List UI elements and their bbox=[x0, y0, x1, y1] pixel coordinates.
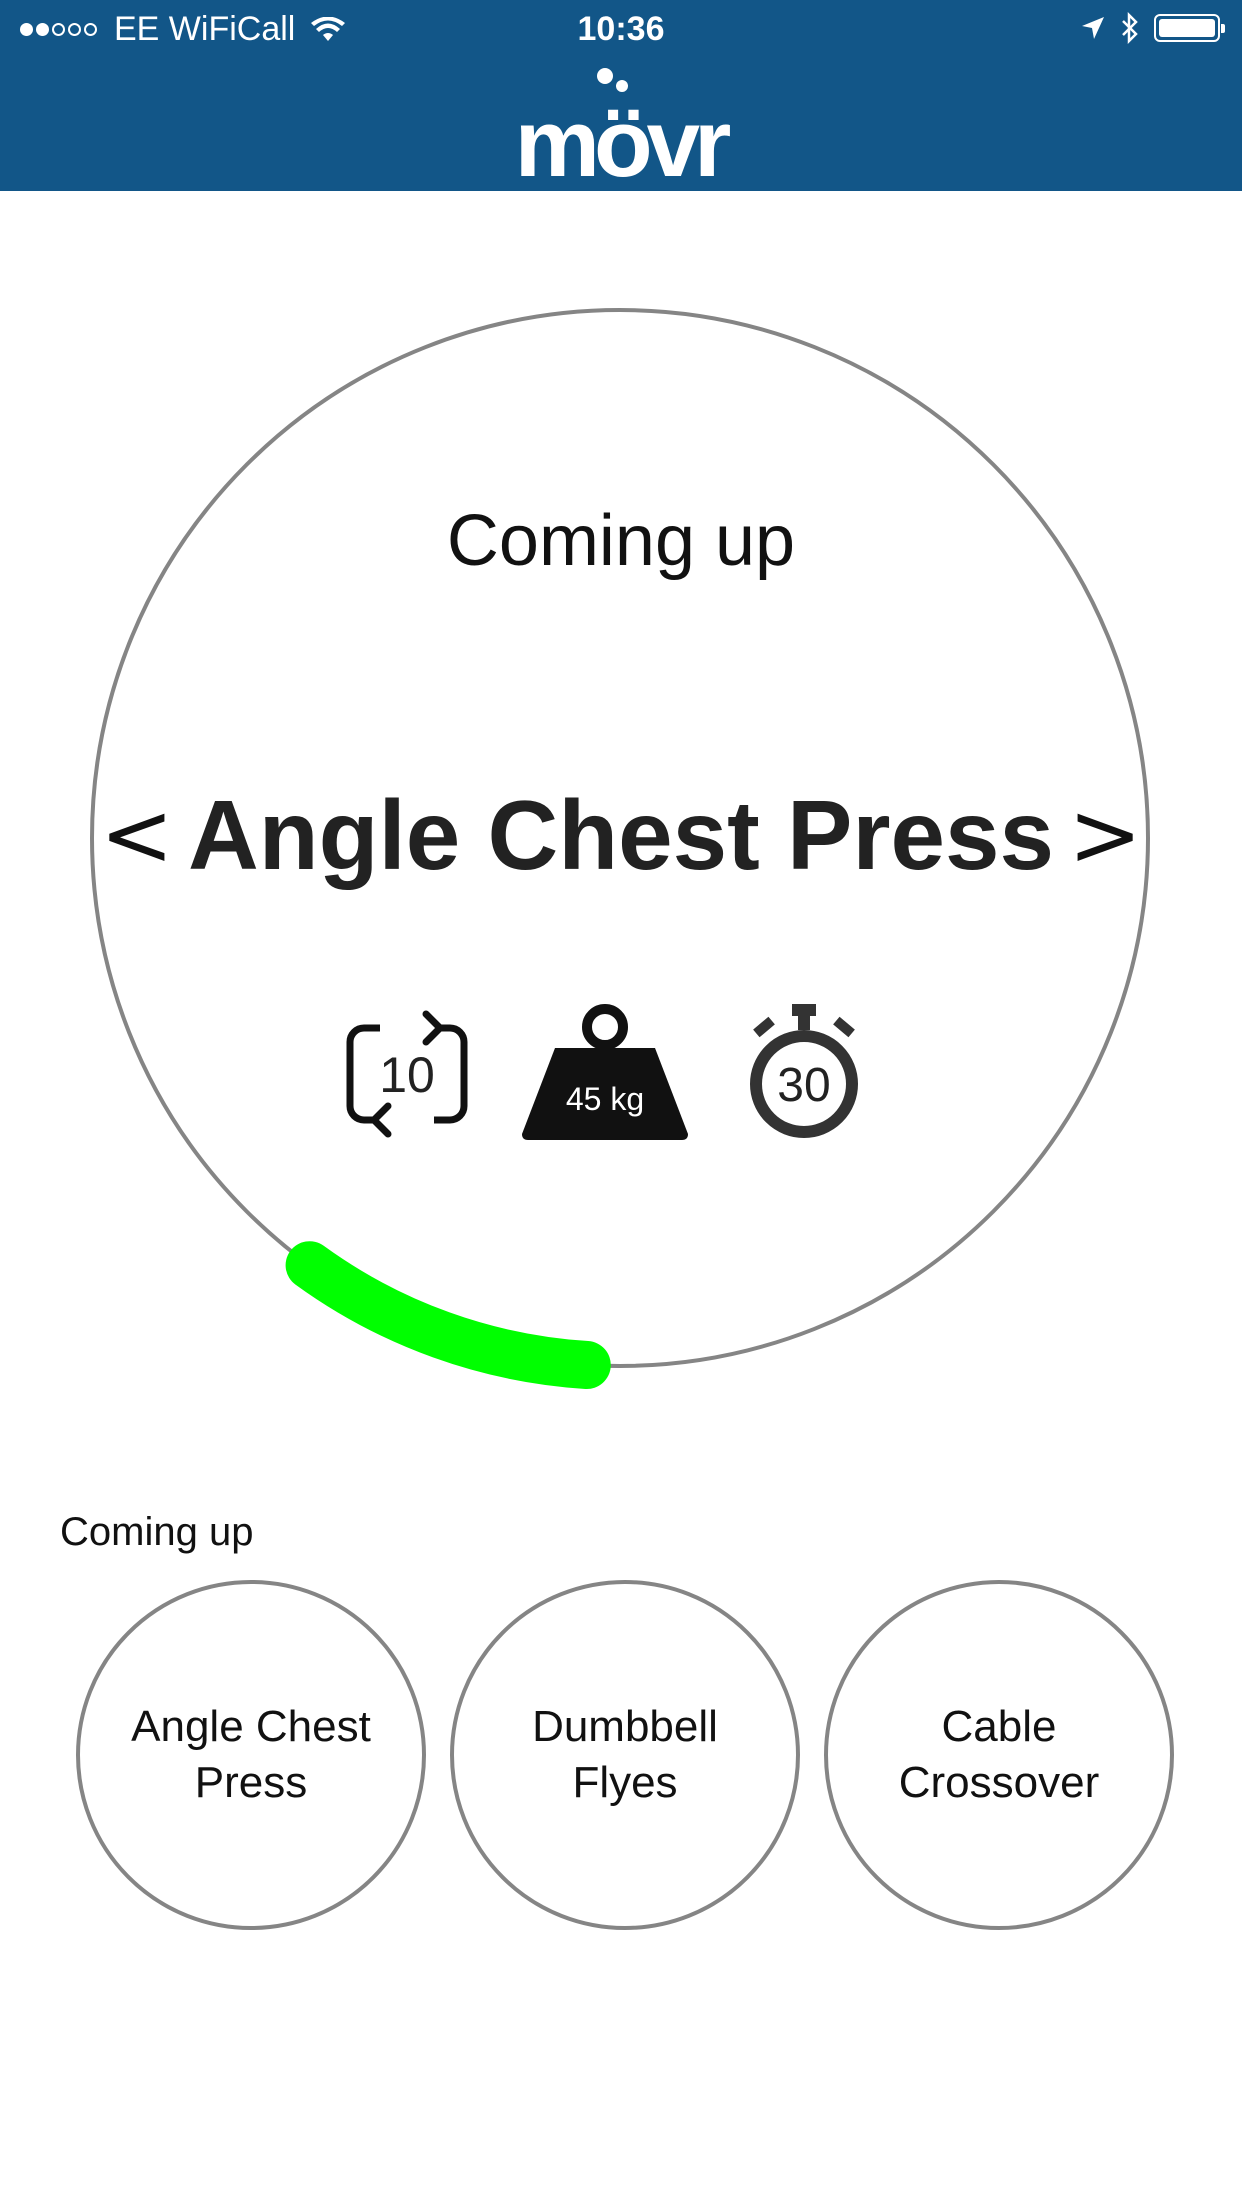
status-right bbox=[1066, 12, 1225, 44]
exercise-stats: 10 45 kg 30 bbox=[0, 1000, 1242, 1150]
up-next-item[interactable]: Dumbbell Flyes bbox=[450, 1580, 800, 1930]
coming-up-heading: Coming up bbox=[446, 501, 796, 581]
up-next-list: Angle Chest Press Dumbbell Flyes Cable Cros… bbox=[0, 1580, 1242, 1940]
next-exercise-button[interactable]: > bbox=[1068, 791, 1142, 879]
up-next-item-line1: Cable bbox=[941, 1701, 1057, 1751]
svg-text:mövr: mövr bbox=[515, 90, 730, 188]
up-next-item-line2: Crossover bbox=[898, 1758, 1100, 1807]
weight-icon: 45 kg bbox=[522, 1004, 688, 1140]
timer-value: 30 bbox=[777, 1059, 830, 1112]
up-next-item-line2: Press bbox=[194, 1758, 308, 1807]
up-next-item[interactable]: Cable Crossover bbox=[824, 1580, 1174, 1930]
progress-arc bbox=[285, 1241, 611, 1389]
status-bar: EE WiFiCall 10:36 bbox=[0, 0, 1242, 62]
previous-exercise-button[interactable]: < bbox=[100, 791, 174, 879]
up-next-item-line1: Angle Chest bbox=[131, 1701, 371, 1751]
exercise-name: Angle Chest Press bbox=[188, 779, 1054, 890]
battery-icon bbox=[1154, 14, 1225, 42]
reps-value: 10 bbox=[379, 1047, 435, 1103]
up-next-item-line2: Flyes bbox=[572, 1758, 678, 1807]
up-next-label: Coming up bbox=[60, 1510, 254, 1554]
movr-logo: mövr bbox=[515, 68, 736, 188]
status-time: 10:36 bbox=[577, 10, 665, 48]
bluetooth-icon bbox=[1122, 12, 1138, 44]
app-header: EE WiFiCall 10:36 mövr bbox=[0, 0, 1242, 191]
repeat-icon: 10 bbox=[346, 1010, 468, 1138]
exercise-selector: < Angle Chest Press > bbox=[100, 780, 1142, 890]
location-arrow-icon bbox=[1082, 17, 1104, 39]
weight-value: 45 kg bbox=[566, 1081, 644, 1117]
up-next-item-line1: Dumbbell bbox=[532, 1701, 718, 1751]
up-next-item[interactable]: Angle Chest Press bbox=[76, 1580, 426, 1930]
stopwatch-icon: 30 bbox=[750, 1004, 858, 1138]
